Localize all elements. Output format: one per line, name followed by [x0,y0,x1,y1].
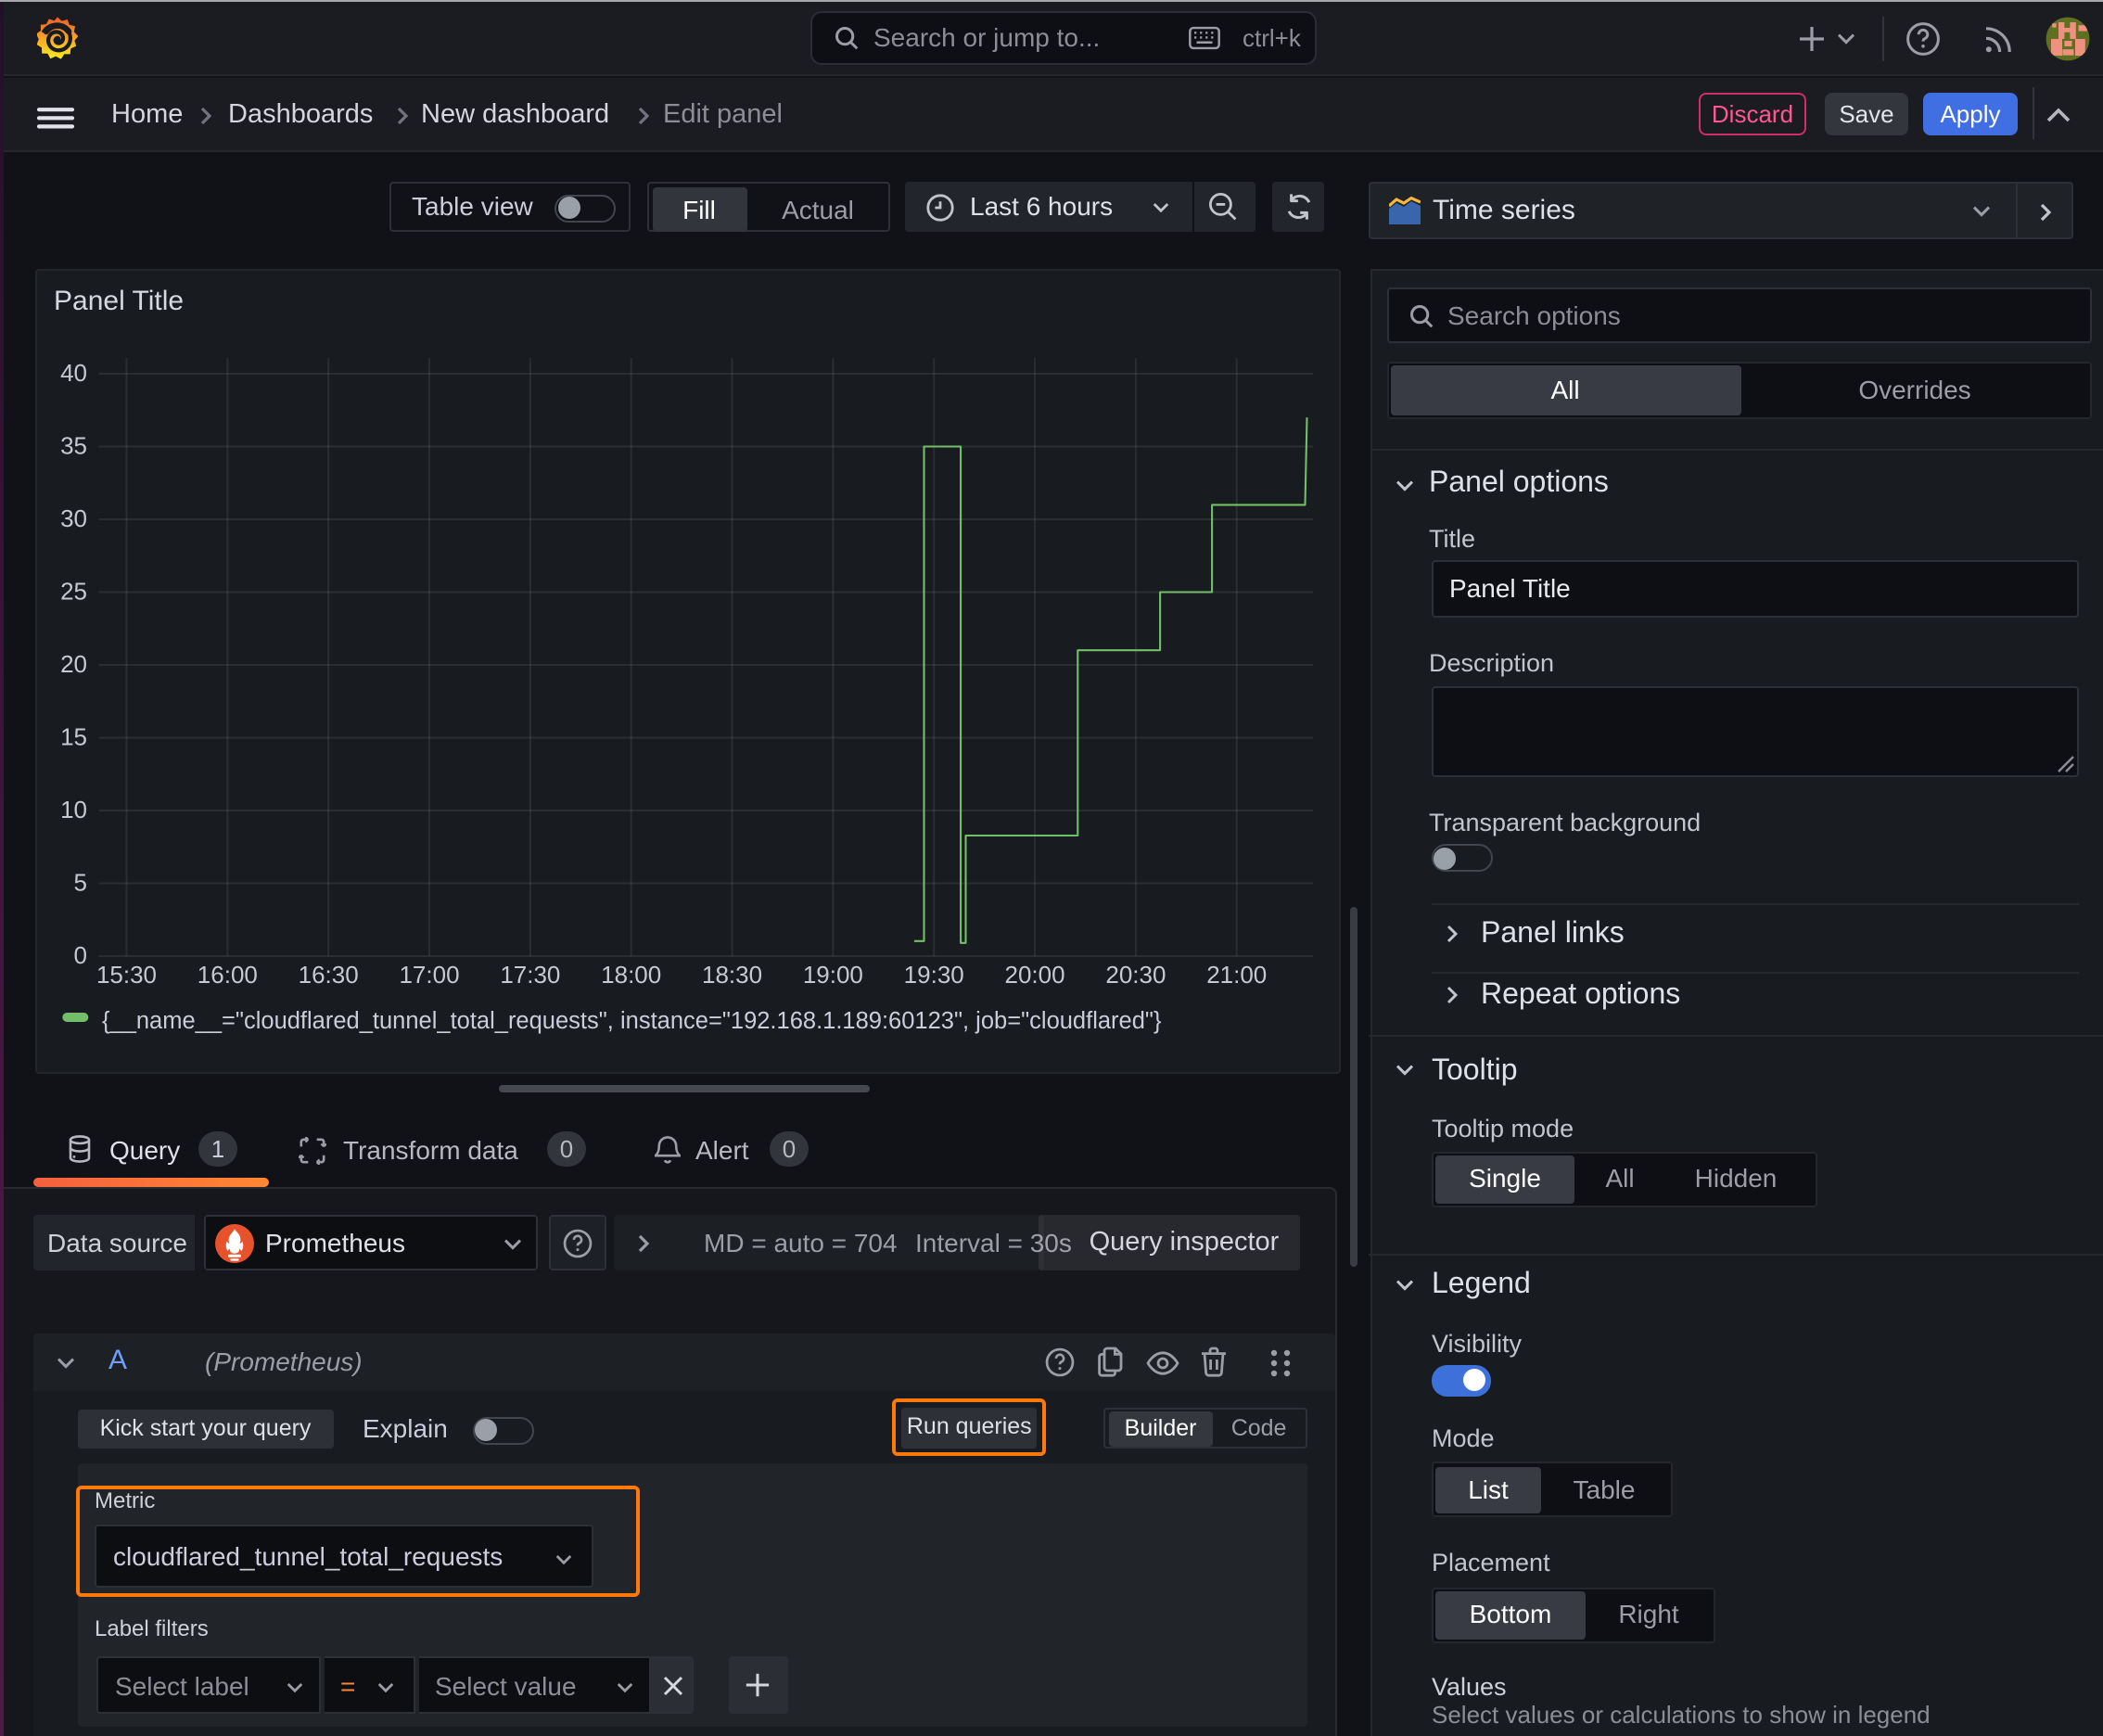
svg-text:0: 0 [74,940,87,968]
svg-text:15: 15 [60,722,87,750]
svg-text:16:00: 16:00 [198,960,258,988]
svg-text:35: 35 [60,431,87,459]
svg-text:20: 20 [60,649,87,677]
svg-text:19:30: 19:30 [904,960,964,988]
svg-text:17:30: 17:30 [500,960,560,988]
svg-text:5: 5 [74,868,87,896]
svg-text:30: 30 [60,504,87,531]
svg-text:20:30: 20:30 [1105,960,1166,988]
svg-text:17:00: 17:00 [399,960,459,988]
svg-text:15:30: 15:30 [96,960,157,988]
svg-text:21:00: 21:00 [1206,960,1267,988]
svg-text:19:00: 19:00 [803,960,863,988]
svg-text:40: 40 [60,358,87,386]
svg-text:18:30: 18:30 [702,960,762,988]
svg-text:25: 25 [60,577,87,605]
svg-text:18:00: 18:00 [601,960,661,988]
svg-text:20:00: 20:00 [1005,960,1065,988]
svg-text:{__name__="cloudflared_tunnel_: {__name__="cloudflared_tunnel_total_requ… [102,1007,1162,1033]
svg-text:16:30: 16:30 [299,960,359,988]
svg-text:10: 10 [60,795,87,823]
